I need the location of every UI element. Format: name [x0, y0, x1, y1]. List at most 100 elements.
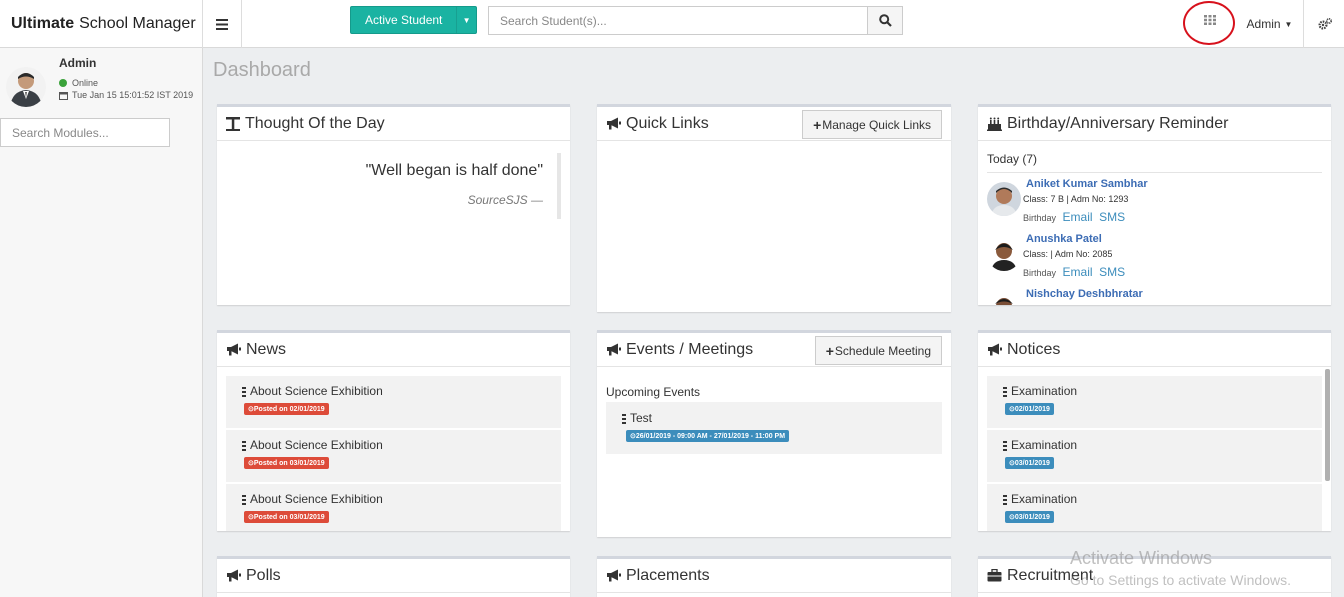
- notice-title: Examination: [1011, 438, 1078, 452]
- admin-user-menu[interactable]: Admin ▼: [1236, 0, 1304, 48]
- event-item[interactable]: Test ⊙26/01/2019 - 09:00 AM - 27/01/2019…: [606, 402, 942, 454]
- plus-icon: +: [813, 116, 822, 133]
- windows-activation-title: Activate Windows: [1070, 548, 1213, 568]
- birthday-cake-icon: [987, 117, 1002, 131]
- top-navbar: Ultimate School Manager Active Student ▼…: [0, 0, 1344, 48]
- upcoming-events-label: Upcoming Events: [606, 385, 701, 399]
- person-event: Birthday Email SMS: [1023, 265, 1125, 279]
- quote-text: "Well began is half done": [365, 162, 543, 179]
- today-count: Today (7): [987, 152, 1038, 166]
- scrollbar-thumb[interactable]: [1325, 369, 1330, 481]
- brand-logo[interactable]: Ultimate School Manager: [0, 0, 203, 48]
- notices-panel: Notices Examination ⊙02/01/2019 Examinat…: [978, 330, 1331, 531]
- panel-header: Notices: [978, 333, 1331, 367]
- panel-title: Thought Of the Day: [245, 114, 385, 132]
- email-link[interactable]: Email: [1063, 210, 1093, 224]
- notice-item[interactable]: Examination ⊙02/01/2019: [987, 376, 1322, 430]
- news-title: About Science Exhibition: [250, 438, 383, 452]
- panel-title: News: [246, 340, 287, 358]
- admin-menu-label: Admin: [1246, 17, 1281, 31]
- drag-handle-icon: [1003, 387, 1007, 397]
- panel-header: Thought Of the Day: [217, 107, 570, 141]
- panel-header: Events / Meetings + Schedule Meeting: [597, 333, 951, 367]
- hamburger-menu-icon[interactable]: [203, 0, 242, 48]
- news-date-badge: ⊙Posted on 03/01/2019: [244, 457, 329, 469]
- datetime-text: Tue Jan 15 15:01:52 IST 2019: [72, 90, 194, 100]
- manage-quick-links-button[interactable]: + Manage Quick Links: [802, 110, 942, 139]
- search-student-input[interactable]: [488, 6, 868, 35]
- panel-header: Polls: [217, 559, 570, 593]
- drag-handle-icon: [242, 387, 246, 397]
- panel-title: Polls: [246, 566, 281, 584]
- search-button[interactable]: [867, 6, 903, 35]
- online-dot-icon: [59, 79, 67, 87]
- avatar[interactable]: [6, 67, 46, 107]
- bullhorn-icon: [607, 117, 621, 130]
- briefcase-icon: [987, 569, 1002, 582]
- placements-panel: Placements: [597, 556, 951, 597]
- drag-handle-icon: [242, 441, 246, 451]
- plus-icon: +: [825, 342, 834, 359]
- panel-title: Placements: [626, 566, 710, 584]
- event-date-badge: ⊙26/01/2019 - 09:00 AM - 27/01/2019 - 11…: [626, 430, 790, 442]
- text-height-icon: [226, 116, 240, 131]
- notice-item[interactable]: Examination ⊙03/01/2019: [987, 430, 1322, 484]
- person-name[interactable]: Anushka Patel: [1026, 233, 1102, 245]
- quick-links-panel: Quick Links + Manage Quick Links: [597, 104, 951, 312]
- sms-link[interactable]: SMS: [1099, 265, 1125, 279]
- search-modules-input[interactable]: [0, 118, 170, 147]
- email-link[interactable]: Email: [1063, 265, 1093, 279]
- panel-title: Notices: [1007, 340, 1061, 358]
- events-meetings-panel: Events / Meetings + Schedule Meeting Upc…: [597, 330, 951, 537]
- drag-handle-icon: [1003, 495, 1007, 505]
- brand-rest: School Manager: [79, 15, 196, 32]
- bullhorn-icon: [988, 343, 1002, 356]
- sms-link[interactable]: SMS: [1099, 210, 1125, 224]
- bullhorn-icon: [227, 569, 241, 582]
- person-photo: [987, 292, 1021, 305]
- person-event: Birthday Email SMS: [1023, 210, 1125, 224]
- news-item[interactable]: About Science Exhibition ⊙Posted on 03/0…: [226, 484, 561, 531]
- news-date-badge: ⊙Posted on 03/01/2019: [244, 511, 329, 523]
- search-icon: [878, 14, 892, 27]
- person-photo: [987, 182, 1021, 216]
- person-photo: [987, 237, 1021, 271]
- page-title: Dashboard: [213, 59, 311, 81]
- birthday-reminder-panel: Birthday/Anniversary Reminder Today (7) …: [978, 104, 1331, 305]
- notice-title: Examination: [1011, 384, 1078, 398]
- quote-source: SourceSJS —: [467, 193, 543, 207]
- settings-gears-icon[interactable]: [1305, 0, 1344, 48]
- button-label: Schedule Meeting: [834, 343, 931, 358]
- news-item[interactable]: About Science Exhibition ⊙Posted on 02/0…: [226, 376, 561, 430]
- notice-date-badge: ⊙02/01/2019: [1005, 403, 1054, 415]
- news-title: About Science Exhibition: [250, 492, 383, 506]
- notices-scrollbar[interactable]: [1324, 369, 1331, 529]
- news-date-badge: ⊙Posted on 02/01/2019: [244, 403, 329, 415]
- panel-header: Quick Links + Manage Quick Links: [597, 107, 951, 141]
- news-item[interactable]: About Science Exhibition ⊙Posted on 03/0…: [226, 430, 561, 484]
- person-class-info: Class: 7 B | Adm No: 1293: [1023, 194, 1129, 204]
- person-name[interactable]: Nishchay Deshbhratar: [1026, 288, 1143, 300]
- panel-title: Birthday/Anniversary Reminder: [1007, 114, 1229, 132]
- schedule-meeting-button[interactable]: + Schedule Meeting: [814, 336, 942, 365]
- bullhorn-icon: [607, 343, 621, 356]
- bullhorn-icon: [227, 343, 241, 356]
- event-type: Birthday: [1023, 213, 1057, 223]
- panel-header: Birthday/Anniversary Reminder: [978, 107, 1331, 141]
- active-student-dropdown[interactable]: Active Student ▼: [350, 6, 477, 34]
- birthday-person: Aniket Kumar Sambhar Class: 7 B | Adm No…: [987, 173, 1331, 228]
- person-name[interactable]: Aniket Kumar Sambhar: [1026, 178, 1148, 190]
- brand-bold: Ultimate: [11, 15, 75, 32]
- drag-handle-icon: [622, 414, 626, 424]
- notice-item[interactable]: Examination ⊙03/01/2019: [987, 484, 1322, 531]
- notice-title: Examination: [1011, 492, 1078, 506]
- birthday-person: Anushka Patel Class: | Adm No: 2085 Birt…: [987, 228, 1331, 283]
- news-panel: News About Science Exhibition ⊙Posted on…: [217, 330, 570, 531]
- panel-header: Placements: [597, 559, 951, 593]
- caret-down-icon[interactable]: ▼: [456, 7, 476, 33]
- user-name: Admin: [59, 56, 97, 70]
- thought-of-the-day-panel: Thought Of the Day "Well began is half d…: [217, 104, 570, 305]
- birthday-person: Nishchay Deshbhratar: [987, 283, 1331, 305]
- notice-date-badge: ⊙03/01/2019: [1005, 511, 1054, 523]
- quote-scrollbar[interactable]: [557, 153, 561, 219]
